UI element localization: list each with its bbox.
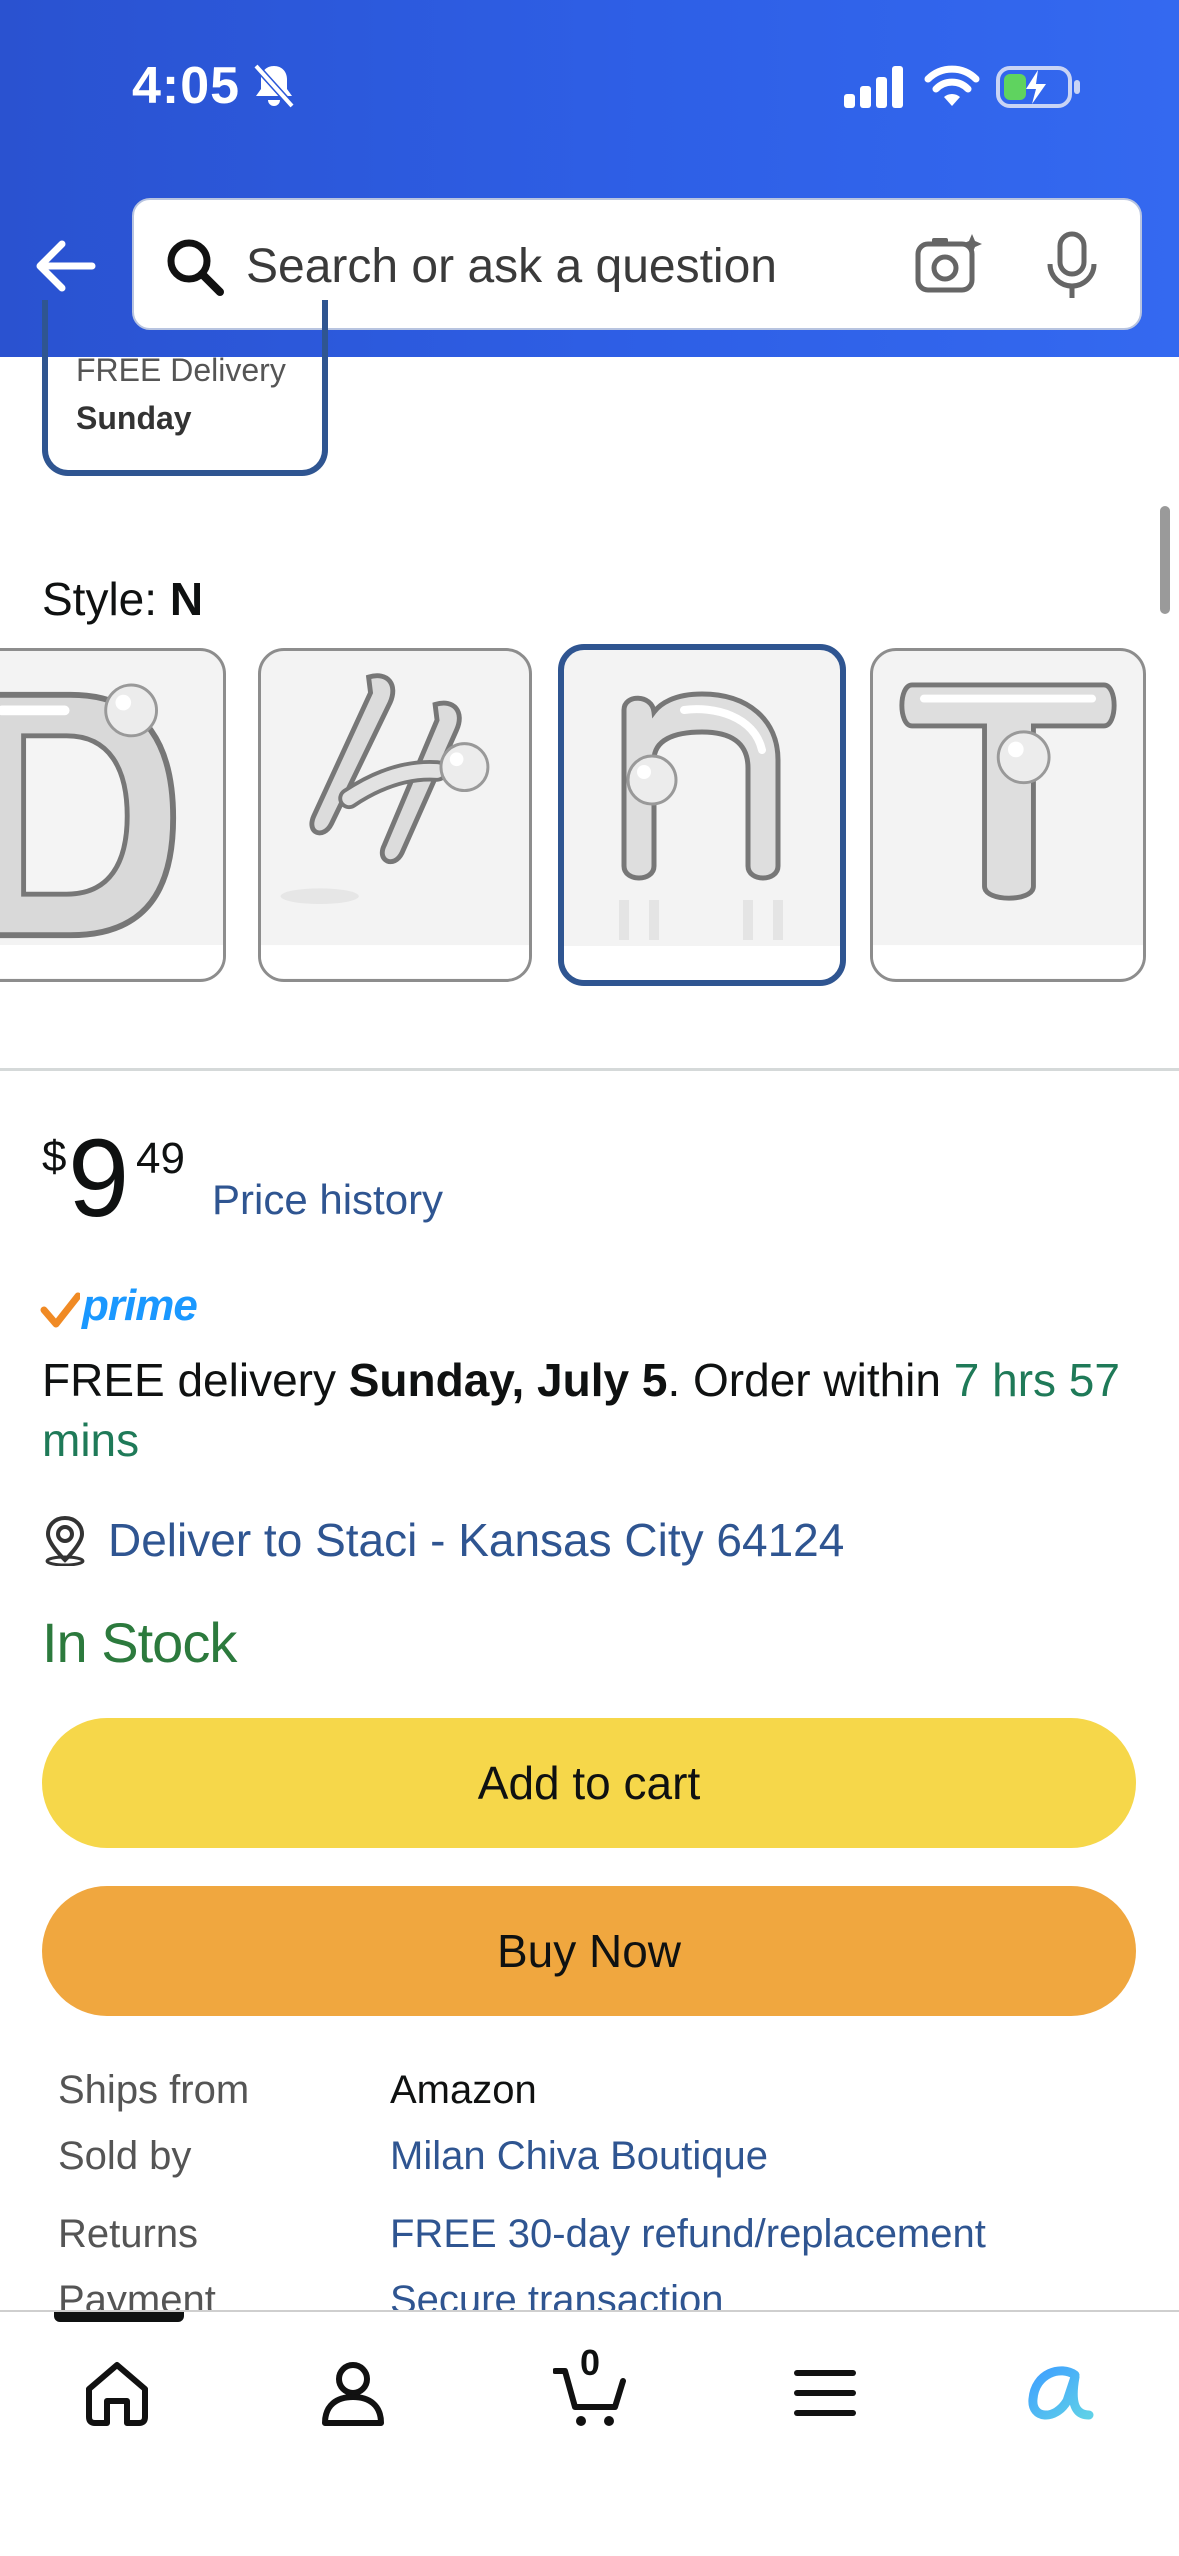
deliver-to-location[interactable]: Deliver to Staci - Kansas City 64124: [42, 1508, 844, 1572]
info-label: Returns: [58, 2212, 199, 2256]
info-label: Ships from: [58, 2068, 250, 2112]
signal-icon: [844, 66, 903, 108]
delivery-middle: . Order within: [667, 1354, 954, 1406]
style-swatch-h[interactable]: [258, 648, 532, 982]
returns-link[interactable]: FREE 30-day refund/replacement: [390, 2212, 986, 2257]
bell-slash-icon: [253, 63, 295, 109]
letter-d-charm-image: [0, 683, 223, 979]
account-icon: [322, 2362, 384, 2426]
rufus-icon: [1028, 2366, 1094, 2420]
search-input[interactable]: [246, 230, 886, 302]
active-tab-indicator: [54, 2312, 184, 2322]
seller-link[interactable]: Milan Chiva Boutique: [390, 2134, 768, 2179]
price-fraction: 49: [136, 1134, 185, 1183]
prime-badge: prime: [40, 1278, 198, 1334]
style-swatch-d[interactable]: [0, 648, 226, 982]
wifi-icon: [924, 65, 980, 106]
delivery-option-label: FREE Delivery: [76, 352, 286, 388]
delivery-date: Sunday, July 5: [348, 1354, 668, 1406]
stock-status: In Stock: [42, 1611, 237, 1674]
price-history-link[interactable]: Price history: [212, 1176, 443, 1224]
delivery-prefix: FREE delivery: [42, 1354, 349, 1406]
scroll-indicator: [1160, 506, 1170, 614]
tab-home[interactable]: [72, 2348, 162, 2438]
tab-rufus[interactable]: [1014, 2348, 1104, 2438]
delivery-estimate: FREE delivery Sunday, July 5. Order with…: [42, 1350, 1142, 1470]
bottom-tab-bar: 0: [0, 2310, 1179, 2556]
tab-menu[interactable]: [780, 2348, 870, 2438]
location-pin-icon: [45, 1515, 85, 1566]
info-value: Amazon: [390, 2068, 537, 2112]
home-icon: [86, 2362, 148, 2426]
price-currency: $: [42, 1132, 67, 1181]
tab-account[interactable]: [308, 2348, 398, 2438]
letter-n-charm-image: [564, 691, 840, 980]
buy-now-button[interactable]: Buy Now: [42, 1886, 1136, 2016]
camera-icon[interactable]: [914, 230, 984, 300]
style-swatch-n[interactable]: [558, 644, 846, 986]
style-label-prefix: Style:: [42, 573, 170, 625]
price-whole: 9: [68, 1117, 130, 1240]
section-divider: [0, 1068, 1179, 1071]
letter-h-charm-image: [261, 673, 529, 979]
info-label: Sold by: [58, 2134, 192, 2178]
back-arrow-icon: [36, 240, 96, 292]
style-selected-value: N: [169, 573, 204, 625]
menu-icon: [794, 2370, 856, 2416]
prime-logo-text: prime: [82, 1281, 198, 1330]
deliver-to-text: Deliver to Staci - Kansas City 64124: [108, 1514, 845, 1566]
prime-check-icon: [40, 1292, 80, 1328]
add-to-cart-button[interactable]: Add to cart: [42, 1718, 1136, 1848]
style-swatch-t[interactable]: [870, 648, 1146, 982]
style-label: Style: N: [42, 572, 203, 626]
search-icon: [167, 239, 224, 296]
tab-cart[interactable]: 0: [546, 2342, 636, 2438]
delivery-option-card[interactable]: FREE Delivery Sunday: [42, 300, 328, 476]
back-button[interactable]: [30, 228, 100, 304]
battery-charging-icon: [996, 66, 1080, 108]
microphone-icon[interactable]: [1044, 230, 1100, 302]
status-time: 4:05: [132, 57, 241, 115]
delivery-option-day: Sunday: [76, 400, 192, 436]
letter-t-charm-image: [873, 682, 1143, 979]
cart-count-badge: 0: [579, 2342, 601, 2383]
